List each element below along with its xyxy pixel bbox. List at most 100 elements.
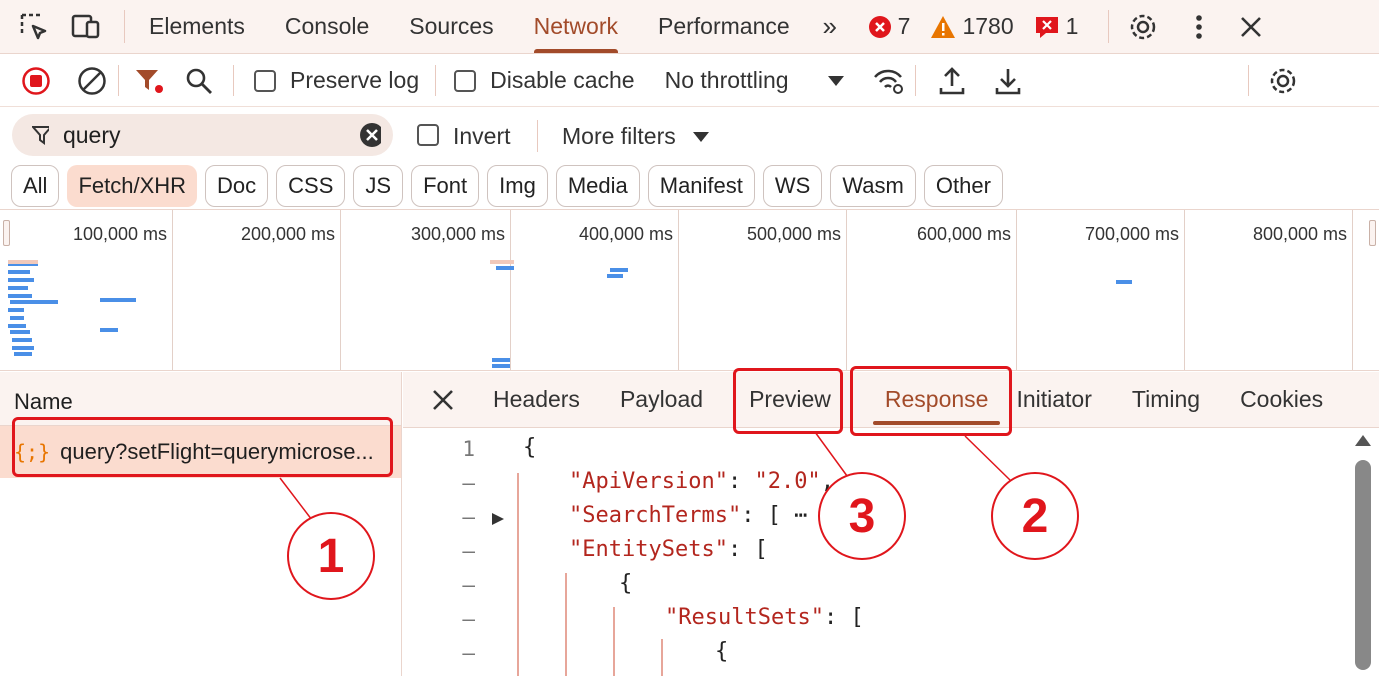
more-tabs-chevron-icon[interactable]: » [810,0,850,54]
issue-counters[interactable]: 7 1780 1 [868,13,1093,40]
filter-input[interactable] [62,121,359,149]
stop-recording-icon[interactable] [16,54,56,108]
annotation-box-request [12,417,393,477]
clear-icon[interactable] [72,54,112,108]
indent-guide [517,473,519,676]
network-toolbar: Preserve log Disable cache No throttling [0,55,1379,107]
tab-console[interactable]: Console [265,0,389,54]
overview-right-handle[interactable] [1369,220,1376,246]
throttling-select[interactable]: No throttling [665,67,845,94]
tab-timing[interactable]: Timing [1112,372,1220,428]
issue-count: 1 [1034,13,1078,40]
annotation-marker-2: 2 [991,472,1079,560]
chip-font[interactable]: Font [411,165,480,207]
network-conditions-icon[interactable] [869,54,909,108]
timeline-tick: 700,000 ms [1085,210,1185,370]
tab-performance[interactable]: Performance [638,0,810,54]
code-line: "ApiVersion": "2.0", [569,469,834,494]
inspect-element-icon[interactable] [14,0,54,54]
network-overview-timeline[interactable]: 100,000 ms 200,000 ms 300,000 ms 400,000… [0,209,1379,371]
tab-sources[interactable]: Sources [389,0,513,54]
chip-all[interactable]: All [11,165,60,207]
import-har-upload-icon[interactable] [932,54,972,108]
chip-js[interactable]: JS [353,165,404,207]
code-line: "EntitySets": [ [569,537,768,562]
tab-elements[interactable]: Elements [129,0,265,54]
disable-cache-checkbox[interactable] [454,69,477,92]
response-scrollbar[interactable] [1353,432,1373,676]
chip-fetch-xhr[interactable]: Fetch/XHR [67,165,198,207]
annotation-marker-1: 1 [287,512,375,600]
code-line: "ResultSets": [ [665,605,864,630]
network-settings-gear-icon[interactable] [1263,54,1303,108]
line-number: – [462,505,475,529]
more-filters-dropdown[interactable]: More filters [562,123,710,150]
disable-cache-label: Disable cache [490,67,635,93]
timeline-tick: 600,000 ms [917,210,1017,370]
tab-network[interactable]: Network [514,0,638,54]
timeline-request-bar [10,330,30,334]
tab-headers[interactable]: Headers [473,372,600,428]
chip-doc[interactable]: Doc [205,165,269,207]
warning-count: 1780 [930,13,1014,40]
chip-css[interactable]: CSS [276,165,346,207]
line-number: – [462,607,475,631]
dropdown-arrow-icon [827,75,844,86]
scrollbar-thumb[interactable] [1355,460,1371,670]
dropdown-arrow-icon [692,131,709,142]
filter-funnel-icon[interactable] [129,54,169,108]
timeline-tick: 300,000 ms [411,210,511,370]
filter-search-box[interactable] [12,114,393,156]
timeline-request-bar [492,358,510,362]
scroll-up-arrow-icon [1355,435,1371,446]
code-line: { [619,571,633,596]
search-icon[interactable] [179,54,219,108]
preserve-log-checkbox[interactable] [254,69,276,92]
overview-left-handle[interactable] [3,220,10,246]
timeline-request-bar [496,266,514,270]
settings-gear-icon[interactable] [1123,0,1163,54]
indent-guide [565,573,567,676]
timeline-request-bar [12,346,34,350]
timeline-tick: 100,000 ms [73,210,173,370]
invert-label: Invert [453,123,511,149]
timeline-request-bar [492,364,510,368]
timeline-request-bar [8,294,32,298]
filter-row: Invert More filters [0,108,1379,164]
expand-triangle-icon[interactable] [491,512,505,526]
chip-other[interactable]: Other [923,165,1003,207]
timeline-request-bar [8,324,26,328]
error-icon [868,15,891,38]
line-number: – [462,641,475,665]
timeline-request-bar [8,260,38,264]
resource-type-filters: All Fetch/XHR Doc CSS JS Font Img Media … [0,164,1379,208]
timeline-request-bar [12,338,32,342]
throttling-value: No throttling [664,67,789,93]
chip-wasm[interactable]: Wasm [830,165,916,207]
tab-cookies[interactable]: Cookies [1220,372,1343,428]
invert-checkbox[interactable] [417,124,439,146]
close-devtools-icon[interactable] [1231,0,1271,54]
chip-manifest[interactable]: Manifest [647,165,755,207]
timeline-tick: 400,000 ms [579,210,679,370]
clear-filter-icon[interactable] [359,122,381,148]
close-detail-icon[interactable] [413,373,473,427]
timeline-request-bar [1116,280,1132,284]
timeline-request-bar [10,316,24,320]
timeline-request-bar [8,270,30,274]
device-toolbar-icon[interactable] [66,0,106,54]
line-number: – [462,573,475,597]
export-har-download-icon[interactable] [988,54,1028,108]
more-options-kebab-icon[interactable] [1179,0,1219,54]
code-line: "SearchTerms": [ ⋯ ], [569,503,848,528]
chip-media[interactable]: Media [555,165,640,207]
timeline-request-bar [8,308,24,312]
timeline-tick: 500,000 ms [747,210,847,370]
tab-payload[interactable]: Payload [600,372,723,428]
issue-flag-icon [1035,16,1058,38]
timeline-tick: 200,000 ms [241,210,341,370]
chip-ws[interactable]: WS [762,165,823,207]
preserve-log-label: Preserve log [290,67,420,93]
tab-initiator[interactable]: Initiator [1008,372,1111,428]
chip-img[interactable]: Img [487,165,548,207]
